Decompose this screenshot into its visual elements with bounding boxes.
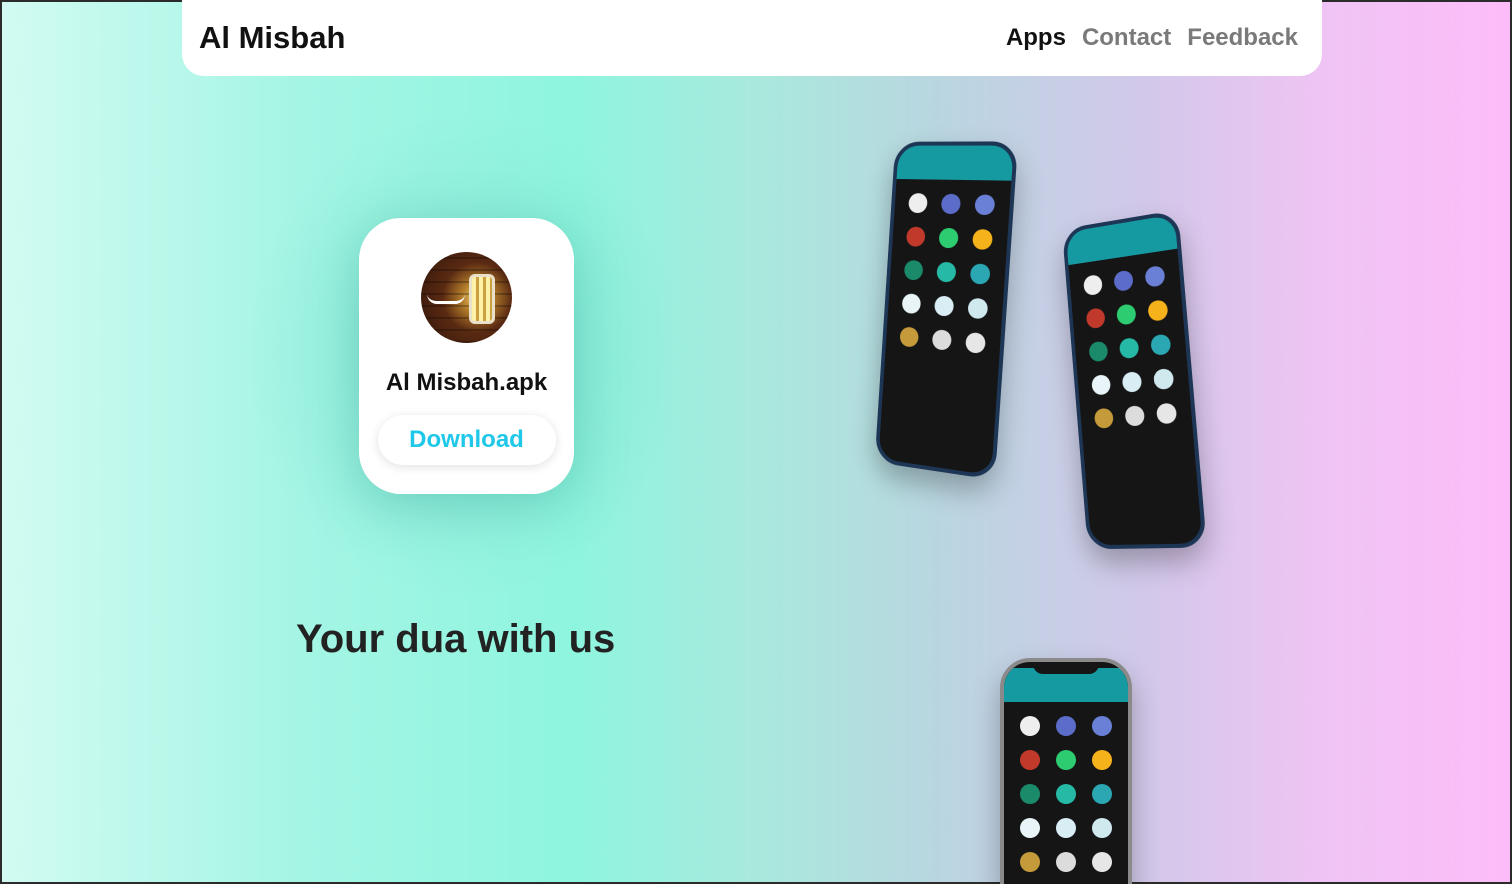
mosque-icon [1144, 264, 1166, 288]
tagline: Your dua with us [296, 617, 616, 661]
candle-icon [1085, 307, 1106, 330]
salawat-icon [901, 293, 922, 315]
clock-icon [967, 297, 988, 320]
download-button[interactable]: Download [377, 415, 556, 465]
salawat-icon [1090, 374, 1111, 396]
app-card: Al Misbah.apk Download [359, 218, 574, 494]
quran-icon [1020, 716, 1040, 736]
app-name: Al Misbah.apk [385, 369, 548, 396]
star-icon [1088, 340, 1109, 363]
star-icon [1020, 784, 1040, 804]
dhikr-icon [1092, 784, 1112, 804]
hijab-icon [933, 295, 955, 317]
qibla-icon [1020, 852, 1040, 872]
allah-icon [936, 261, 957, 283]
green-icon [1116, 303, 1137, 326]
allah-icon [1118, 337, 1140, 360]
counter-icon [1124, 405, 1146, 427]
green-icon [1056, 750, 1076, 770]
qibla-icon [899, 326, 920, 348]
others-icon [964, 331, 986, 354]
clock-icon [1153, 367, 1175, 391]
navbar: Al Misbah Apps Contact Feedback [182, 0, 1322, 76]
sun-icon [1147, 299, 1169, 322]
phone-app-header [896, 145, 1014, 181]
counter-icon [931, 329, 952, 351]
counter-icon [1056, 852, 1076, 872]
sun-icon [1092, 750, 1112, 770]
nav-links: Apps Contact Feedback [1006, 24, 1298, 52]
nav-contact-link[interactable]: Contact [1082, 24, 1171, 52]
salawat-icon [1020, 818, 1040, 838]
nav-apps-link[interactable]: Apps [1006, 24, 1066, 52]
window-border-left [0, 0, 2, 884]
brand-title[interactable]: Al Misbah [199, 20, 345, 56]
hijab-icon [1056, 818, 1076, 838]
quran-icon [1082, 274, 1103, 297]
dhikr-icon [969, 263, 991, 285]
prayer-icon [1056, 716, 1076, 736]
phone-icon-grid [1004, 702, 1128, 884]
qibla-icon [1093, 407, 1114, 429]
clock-icon [1092, 818, 1112, 838]
others-icon [1156, 402, 1178, 425]
phone-icon-grid [885, 179, 1011, 370]
prayer-icon [1113, 269, 1134, 292]
phone-mockup-2 [1061, 209, 1207, 550]
others-icon [1092, 852, 1112, 872]
mosque-icon [973, 194, 996, 216]
candle-icon [1020, 750, 1040, 770]
quran-icon [908, 193, 929, 214]
nav-feedback-link[interactable]: Feedback [1187, 24, 1298, 52]
hijab-icon [1121, 371, 1143, 393]
phone-icon-grid [1068, 249, 1193, 444]
sun-icon [971, 228, 993, 251]
prayer-icon [940, 193, 962, 215]
lantern-icon [421, 252, 512, 343]
candle-icon [906, 226, 926, 247]
star-icon [904, 259, 924, 281]
phone-mockup-3 [1000, 658, 1132, 884]
phone-notch [1033, 662, 1099, 674]
phone-mockup-1 [874, 141, 1019, 481]
dhikr-icon [1150, 333, 1172, 356]
allah-icon [1056, 784, 1076, 804]
mosque-icon [1092, 716, 1112, 736]
green-icon [938, 227, 959, 249]
